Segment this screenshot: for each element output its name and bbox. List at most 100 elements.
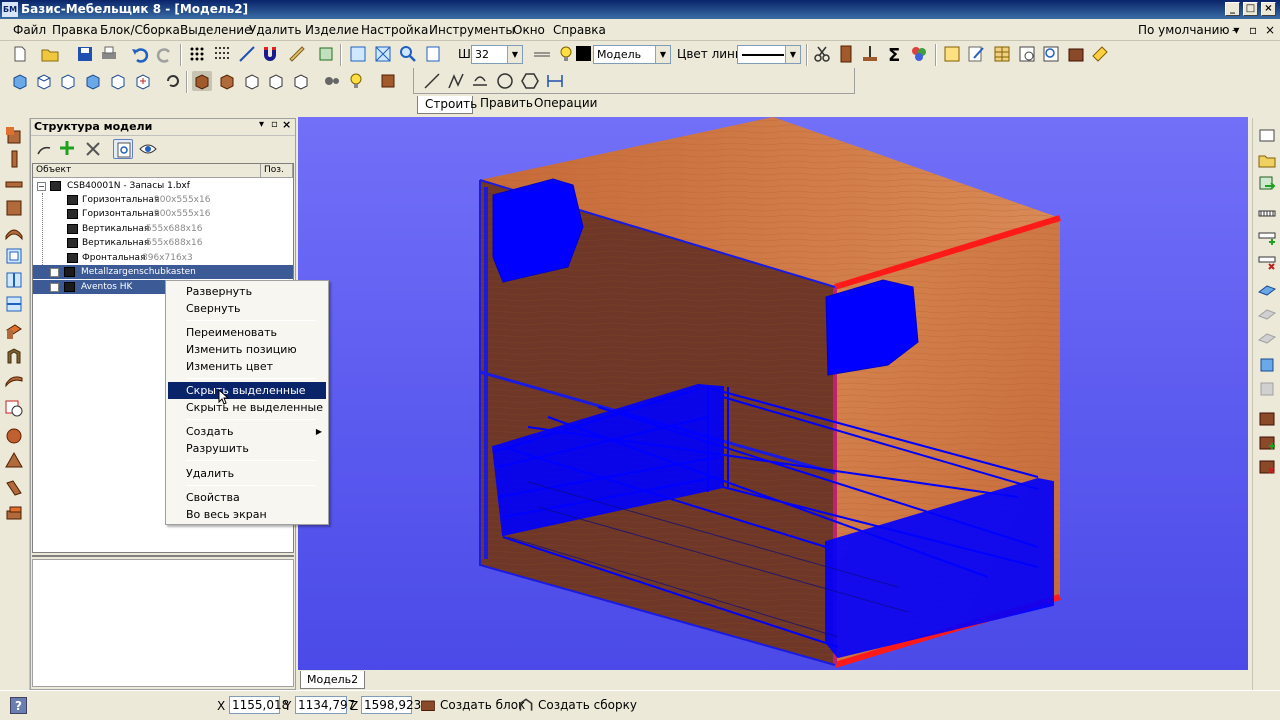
tree-group-selected[interactable]: + Metallzargenschubkasten (33, 265, 293, 279)
print-icon[interactable] (99, 44, 119, 64)
close-button[interactable]: × (1261, 2, 1276, 16)
render-wire-icon[interactable] (242, 71, 262, 91)
chevron-down-icon[interactable]: ▼ (507, 46, 522, 63)
line-style-combo[interactable]: ▼ (737, 45, 801, 64)
layer-combo[interactable]: Модель ▼ (593, 45, 671, 64)
light-icon[interactable] (346, 71, 366, 91)
sum-icon[interactable]: Σ (885, 44, 905, 66)
hardware-add-icon[interactable] (1257, 228, 1277, 248)
view-top-icon[interactable] (58, 71, 78, 91)
menu-delete-item[interactable]: Удалить (168, 465, 326, 482)
add-panel-icon[interactable] (4, 125, 24, 145)
arc-icon[interactable] (470, 71, 490, 91)
mdi-restore-button[interactable]: ▫ (1249, 22, 1257, 38)
mdi-minimize-button[interactable]: – (1232, 22, 1238, 38)
magnet-icon[interactable] (260, 44, 280, 64)
menu-delete[interactable]: Удалить (249, 22, 302, 38)
menu-create[interactable]: Создать ▶ (168, 423, 326, 440)
vertical-panel-icon[interactable] (4, 149, 24, 169)
tree-item[interactable]: Вертикальная 555x688x16 (33, 236, 293, 250)
tab-build[interactable]: Строить (417, 96, 477, 114)
section-icon[interactable] (378, 71, 398, 91)
zoom-extents-icon[interactable] (373, 44, 393, 64)
extrude-icon[interactable] (4, 478, 24, 498)
view-back-icon[interactable] (108, 71, 128, 91)
sheet-icon[interactable] (1257, 125, 1277, 145)
menu-fullscreen[interactable]: Во весь экран (168, 506, 326, 523)
scissors-icon[interactable] (812, 44, 832, 64)
stack-panels-icon[interactable] (4, 503, 24, 523)
y-coordinate[interactable]: 1134,797 (295, 696, 355, 714)
horizontal-panel-icon[interactable] (4, 174, 24, 194)
rotate-icon[interactable] (163, 71, 183, 91)
report-icon[interactable] (942, 44, 962, 64)
menu-product[interactable]: Изделие (305, 22, 359, 38)
zoom-all-icon[interactable] (316, 44, 336, 64)
minimize-button[interactable]: _ (1225, 2, 1240, 16)
drawer-remove-icon[interactable] (1257, 456, 1277, 476)
panel-restore-icon[interactable]: ▫ (271, 119, 278, 130)
vertical-divider-icon[interactable] (4, 270, 24, 290)
menu-change-position[interactable]: Изменить позицию (168, 341, 326, 358)
hardware-icon[interactable] (1257, 204, 1277, 224)
menu-help[interactable]: Справка (553, 22, 606, 38)
profile-icon[interactable] (4, 346, 24, 366)
menu-settings[interactable]: Настройка (361, 22, 428, 38)
snap-line-icon[interactable] (237, 44, 257, 64)
calendar-icon[interactable] (1017, 44, 1037, 64)
width-combo[interactable]: 32 ▼ (471, 45, 523, 64)
tab-modify[interactable]: Править (480, 96, 533, 111)
tree-item[interactable]: Горизонтальная 900x555x16 (33, 207, 293, 221)
hexagon-icon[interactable] (520, 71, 540, 91)
tab-operations[interactable]: Операции (534, 96, 597, 111)
bulb-icon[interactable] (556, 44, 576, 64)
pyramid-icon[interactable] (4, 451, 24, 471)
tree-root[interactable]: − CSB40001N - Запасы 1.bxf (33, 179, 293, 193)
pan-icon[interactable] (423, 44, 443, 64)
cube-add-icon[interactable] (1257, 356, 1277, 376)
front-panel-icon[interactable] (4, 198, 24, 218)
menu-file[interactable]: Файл (13, 22, 46, 38)
maximize-button[interactable]: □ (1243, 2, 1258, 16)
chevron-down-icon[interactable]: ▼ (655, 46, 670, 63)
panel-close-icon[interactable]: × (282, 118, 291, 131)
tree-tools-icon[interactable] (83, 139, 103, 159)
panel-icon[interactable] (836, 44, 856, 64)
question-icon[interactable]: ? (10, 697, 27, 714)
edit-doc-icon[interactable] (966, 44, 986, 64)
x-coordinate[interactable]: 1155,018 (229, 696, 289, 714)
layer-icon[interactable] (532, 44, 552, 64)
view-custom-icon[interactable] (133, 71, 153, 91)
plate-icon[interactable] (1257, 280, 1277, 300)
view-side-icon[interactable] (83, 71, 103, 91)
dimension-icon[interactable] (545, 71, 565, 91)
tree-visibility-icon[interactable] (138, 139, 158, 159)
undo-icon[interactable] (130, 44, 150, 64)
table-icon[interactable] (992, 44, 1012, 64)
menu-block[interactable]: Блок/Сборка (100, 22, 180, 38)
model-viewport[interactable] (298, 117, 1248, 670)
materials-icon[interactable] (909, 44, 929, 64)
folder-icon[interactable] (1257, 150, 1277, 170)
tree-line-icon[interactable] (35, 139, 55, 159)
measure-icon[interactable] (287, 44, 307, 64)
render-solid-icon[interactable] (192, 71, 212, 91)
tree-find-icon[interactable] (113, 139, 133, 159)
tree-item[interactable]: Фронтальная 896x716x3 (33, 251, 293, 265)
redo-icon[interactable] (155, 44, 175, 64)
collapse-icon[interactable]: − (37, 182, 46, 191)
menu-edit[interactable]: Правка (52, 22, 98, 38)
grid-dots-icon[interactable] (187, 44, 207, 64)
menu-collapse[interactable]: Свернуть (168, 300, 326, 317)
snap-grid-icon[interactable] (212, 44, 232, 64)
menu-properties[interactable]: Свойства (168, 489, 326, 506)
open-folder-icon[interactable] (40, 44, 60, 64)
curved-panel-icon[interactable] (4, 222, 24, 242)
expand-icon[interactable]: + (50, 283, 59, 292)
frame-icon[interactable] (4, 246, 24, 266)
chevron-down-icon[interactable]: ▼ (785, 46, 800, 63)
new-file-icon[interactable] (10, 44, 30, 64)
tab-model2[interactable]: Модель2 (300, 671, 366, 689)
export-icon[interactable] (1257, 174, 1277, 194)
drill-icon[interactable] (860, 44, 880, 64)
